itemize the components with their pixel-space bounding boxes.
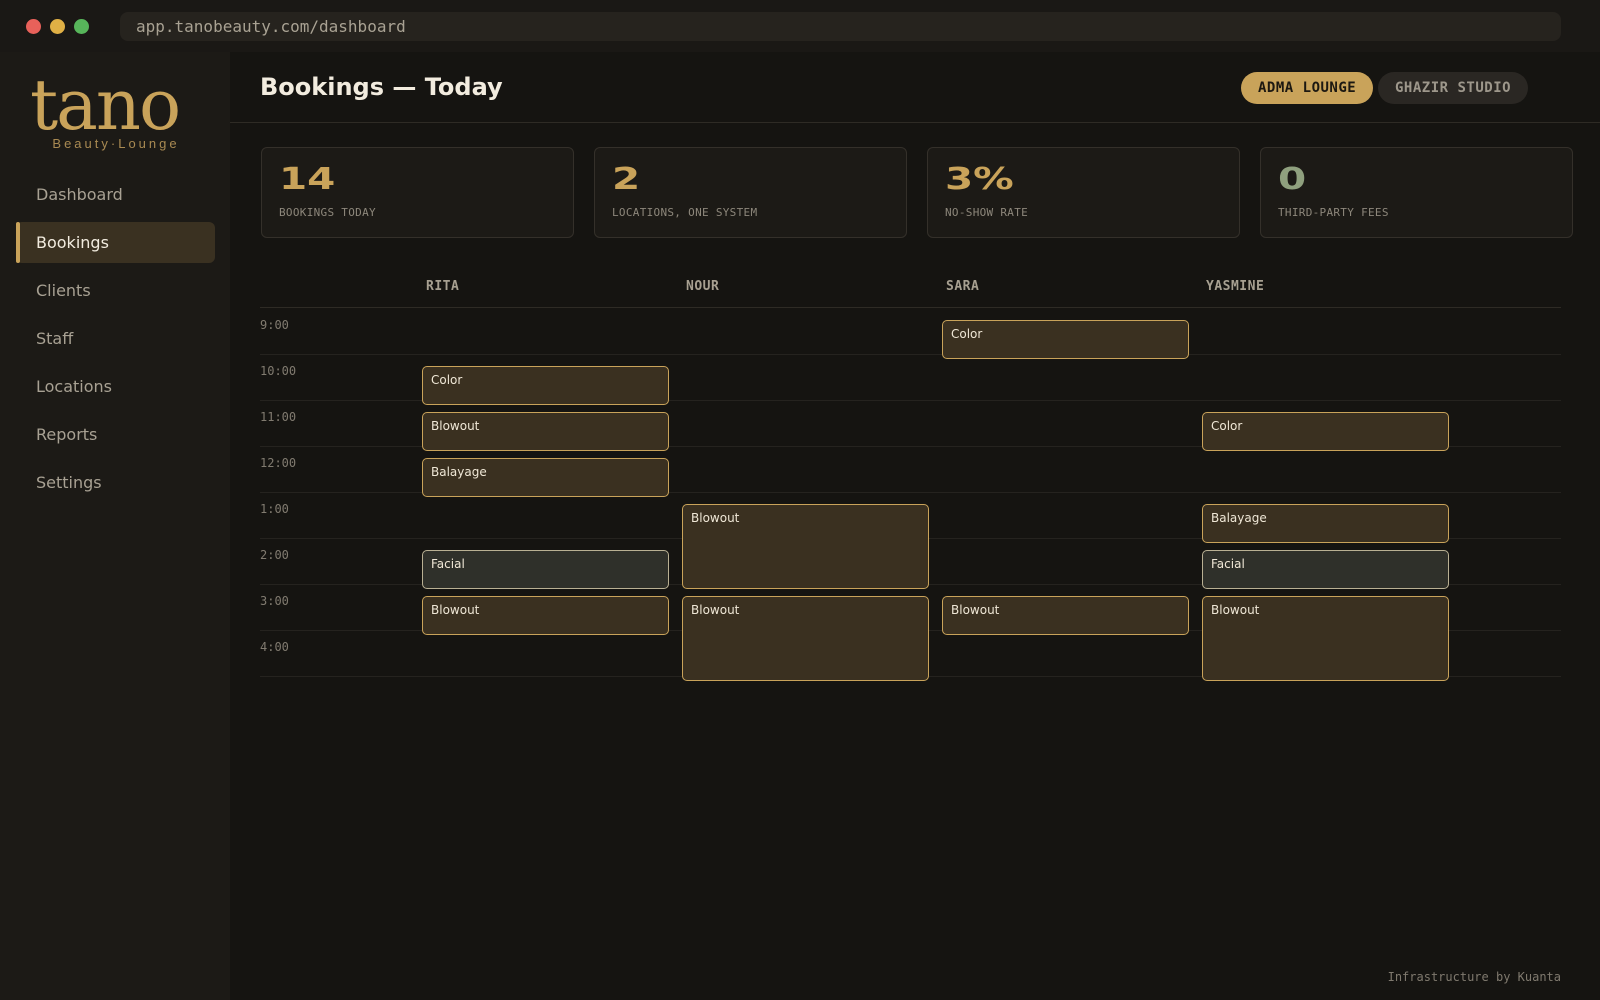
appointment-block[interactable]: Balayage <box>422 458 669 497</box>
sidebar-item-settings[interactable]: Settings <box>16 462 215 503</box>
address-bar[interactable]: app.tanobeauty.com/dashboard <box>120 12 1561 41</box>
appointment-block[interactable]: Blowout <box>1202 596 1449 681</box>
browser-chrome: app.tanobeauty.com/dashboard <box>0 0 1600 52</box>
appointment-block[interactable]: Facial <box>422 550 669 589</box>
time-slot-label: 4:00 <box>260 640 289 654</box>
stat-label: NO-SHOW RATE <box>945 206 1029 219</box>
close-window-icon[interactable] <box>26 19 41 34</box>
sidebar-item-dashboard[interactable]: Dashboard <box>16 174 215 215</box>
brand-tagline: Beauty·Lounge <box>52 136 180 151</box>
page-header: Bookings — Today ADMA LOUNGE GHAZIR STUD… <box>230 52 1600 123</box>
time-slot-label: 9:00 <box>260 318 289 332</box>
time-slot-label: 11:00 <box>260 410 297 424</box>
sidebar-item-clients[interactable]: Clients <box>16 270 215 311</box>
staff-column-nour: NOUR <box>686 279 720 294</box>
staff-column-sara: SARA <box>946 279 980 294</box>
stat-card-bookings: 14 BOOKINGS TODAY <box>261 147 574 238</box>
appointment-block[interactable]: Blowout <box>422 596 669 635</box>
appointment-block[interactable]: Color <box>1202 412 1449 451</box>
stat-label: BOOKINGS TODAY <box>279 206 376 219</box>
page-title: Bookings — Today <box>260 73 503 101</box>
stat-value: 2 <box>612 162 641 197</box>
appointment-block[interactable]: Balayage <box>1202 504 1449 543</box>
stat-value: 3% <box>945 162 1014 197</box>
time-slot-label: 2:00 <box>260 548 289 562</box>
time-slot-label: 3:00 <box>260 594 289 608</box>
appointment-block[interactable]: Blowout <box>682 504 929 589</box>
stat-card-no-show: 3% NO-SHOW RATE <box>927 147 1240 238</box>
sidebar-nav: Dashboard Bookings Clients Staff Locatio… <box>16 174 215 510</box>
brand-logo[interactable]: tano <box>30 70 181 140</box>
stat-value: 14 <box>279 162 336 197</box>
time-row-divider <box>260 354 1561 355</box>
sidebar-item-bookings[interactable]: Bookings <box>16 222 215 263</box>
staff-column-yasmine: YASMINE <box>1206 279 1265 294</box>
sidebar-item-reports[interactable]: Reports <box>16 414 215 455</box>
appointment-block[interactable]: Color <box>942 320 1189 359</box>
footer-credit: Infrastructure by Kuanta <box>1387 970 1561 984</box>
minimize-window-icon[interactable] <box>50 19 65 34</box>
staff-column-rita: RITA <box>426 279 460 294</box>
time-slot-label: 12:00 <box>260 456 297 470</box>
appointment-block[interactable]: Blowout <box>422 412 669 451</box>
appointment-block[interactable]: Blowout <box>682 596 929 681</box>
location-tab-adma-lounge[interactable]: ADMA LOUNGE <box>1241 72 1374 104</box>
time-slot-label: 1:00 <box>260 502 289 516</box>
time-slot-label: 10:00 <box>260 364 297 378</box>
stat-label: LOCATIONS, ONE SYSTEM <box>612 206 758 219</box>
schedule-grid: RITA NOUR SARA YASMINE 9:00 10:00 11:00 12:… <box>260 270 1561 681</box>
appointment-block[interactable]: Facial <box>1202 550 1449 589</box>
sidebar: tano Beauty·Lounge Dashboard Bookings Cl… <box>0 52 230 1000</box>
stat-card-locations: 2 LOCATIONS, ONE SYSTEM <box>594 147 907 238</box>
header-divider <box>260 307 1561 308</box>
stat-value: 0 <box>1278 162 1307 197</box>
stat-card-fees: 0 THIRD-PARTY FEES <box>1260 147 1573 238</box>
appointment-block[interactable]: Color <box>422 366 669 405</box>
sidebar-item-staff[interactable]: Staff <box>16 318 215 359</box>
appointment-block[interactable]: Blowout <box>942 596 1189 635</box>
stat-label: THIRD-PARTY FEES <box>1278 206 1389 219</box>
location-tab-ghazir-studio[interactable]: GHAZIR STUDIO <box>1378 72 1529 104</box>
maximize-window-icon[interactable] <box>74 19 89 34</box>
sidebar-item-locations[interactable]: Locations <box>16 366 215 407</box>
